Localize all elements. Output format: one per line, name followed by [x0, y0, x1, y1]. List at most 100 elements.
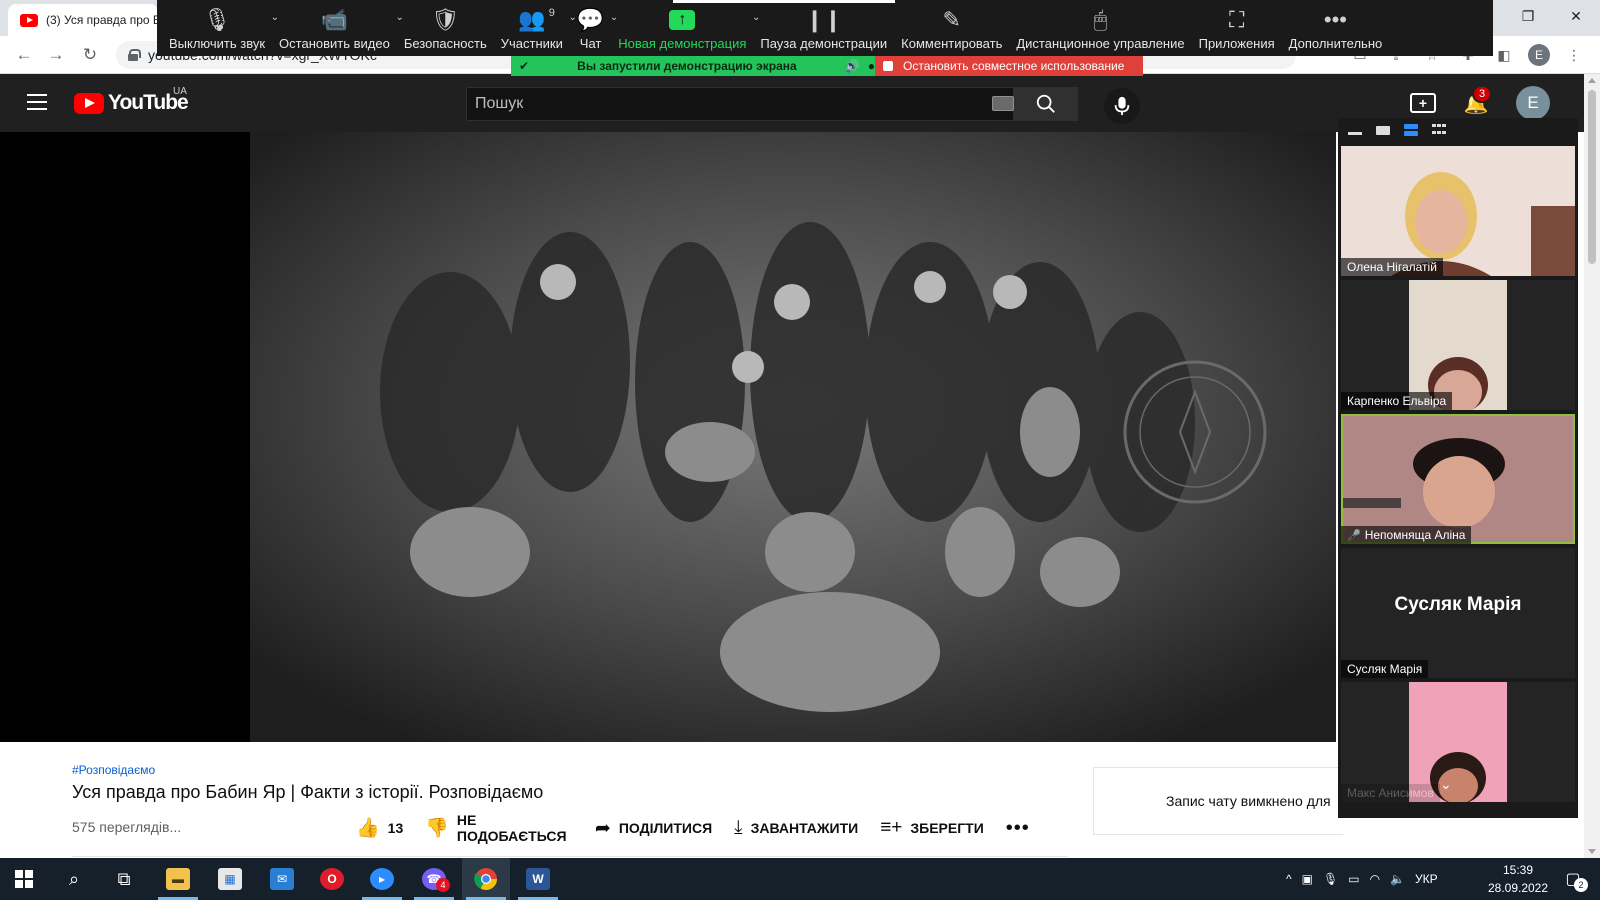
gallery-scroll-down-icon[interactable]: ⌄	[1440, 776, 1452, 793]
participant-tile[interactable]: Карпенко Ельвіра	[1341, 280, 1575, 410]
back-arrow-icon[interactable]: ←	[12, 43, 36, 67]
zoom-toolbar-label: Дистанционное управление	[1016, 36, 1185, 51]
thumbnail-view-icon[interactable]	[1376, 125, 1390, 135]
tray-expand-icon[interactable]: ^	[1286, 872, 1292, 886]
tray-microphone-icon[interactable]: 🎙	[1323, 872, 1338, 886]
save-button[interactable]: ≡+ ЗБЕРЕГТИ	[880, 817, 984, 839]
zoom-toolbar-label: Участники	[500, 36, 563, 51]
virtual-keyboard-icon[interactable]	[992, 96, 1014, 111]
meet-now-icon[interactable]: ▣	[1302, 872, 1313, 886]
viber-icon[interactable]: ☎ 4	[410, 858, 458, 900]
microsoft-store-icon[interactable]: ▦	[206, 858, 254, 900]
side-panel-icon[interactable]: ◧	[1492, 43, 1516, 67]
scroll-up-arrow-icon[interactable]	[1588, 78, 1596, 83]
participant-name: 🎤 Непомняща Аліна	[1341, 526, 1472, 544]
participant-tile[interactable]: Сусляк Марія Сусляк Марія	[1341, 548, 1575, 678]
zoom-toolbar-more-button[interactable]: ••• Дополнительно	[1283, 4, 1389, 51]
youtube-favicon-icon	[20, 13, 38, 27]
youtube-avatar[interactable]: E	[1516, 86, 1550, 120]
speaker-view-icon[interactable]	[1404, 124, 1418, 136]
stop-share-label: Остановить совместное использование	[903, 59, 1125, 73]
apps-icon: ⛶	[1228, 7, 1245, 32]
participant-tile[interactable]: Макс Анисимов	[1341, 682, 1575, 802]
action-center-icon[interactable]: ▢ 2	[1560, 866, 1588, 892]
video-player[interactable]	[250, 132, 1336, 742]
microphone-icon: 🎙	[203, 7, 231, 32]
close-window-icon[interactable]: ✕	[1552, 0, 1600, 32]
zoom-toolbar-mouse-button[interactable]: 🖱 Дистанционное управление	[1010, 4, 1190, 51]
participant-tile-active-speaker[interactable]: 🎤 Непомняща Аліна	[1341, 414, 1575, 544]
stop-share-button[interactable]: Остановить совместное использование	[875, 56, 1143, 76]
participant-video	[1341, 146, 1575, 276]
scroll-down-arrow-icon[interactable]	[1588, 849, 1596, 854]
zoom-toolbar-label: Выключить звук	[169, 36, 266, 51]
zoom-toolbar-video-camera-button[interactable]: 📹 Остановить видео ⌄	[273, 4, 404, 51]
youtube-logo[interactable]: YouTube	[74, 91, 189, 115]
reload-icon[interactable]: ↻	[78, 43, 102, 67]
input-language[interactable]: УКР	[1415, 872, 1438, 886]
page-scrollbar[interactable]	[1584, 74, 1600, 858]
share-button[interactable]: ➦ ПОДІЛИТИСЯ	[595, 817, 712, 840]
zoom-toolbar-microphone-button[interactable]: 🎙 Выключить звук ⌄	[163, 4, 279, 51]
video-hashtag[interactable]: #Розповідаємо	[72, 763, 155, 777]
chat-replay-box: Запис чату вимкнено для	[1093, 767, 1343, 835]
participant-video	[1341, 280, 1575, 410]
gallery-grid-icon[interactable]	[1432, 124, 1446, 136]
zoom-toolbar-label: Приложения	[1198, 36, 1275, 51]
zoom-toolbar-label: Остановить видео	[279, 36, 390, 51]
more-actions-icon[interactable]: •••	[1006, 817, 1030, 840]
start-button[interactable]	[0, 858, 48, 900]
save-label: ЗБЕРЕГТИ	[910, 820, 984, 836]
screen: (3) Уся правда про Б ❐ ✕ ← → ↻ youtube.c…	[0, 0, 1600, 900]
word-app-icon[interactable]: W	[514, 858, 562, 900]
zoom-toolbar-shield-button[interactable]: 🛡 Безопасность	[398, 4, 493, 51]
create-video-icon[interactable]: +	[1410, 93, 1436, 113]
zoom-toolbar-chat-button[interactable]: 💬 Чат ⌄	[571, 4, 618, 51]
zoom-toolbar-label: Комментировать	[901, 36, 1003, 51]
voice-search-button[interactable]	[1104, 88, 1140, 124]
zoom-toolbar-pencil-button[interactable]: ✎ Комментировать	[895, 4, 1008, 51]
share-audio-icon[interactable]: 🔊	[845, 59, 860, 73]
taskbar-clock[interactable]: 15:39 28.09.2022	[1480, 861, 1556, 897]
battery-icon[interactable]: ▭	[1348, 872, 1359, 886]
video-info: #Розповідаємо Уся правда про Бабин Яр | …	[0, 742, 1343, 858]
download-button[interactable]: ⤓ ЗАВАНТАЖИТИ	[734, 817, 858, 839]
opera-browser-icon[interactable]: O	[308, 858, 356, 900]
mail-icon[interactable]: ✉	[258, 858, 306, 900]
search-icon	[1036, 94, 1055, 113]
task-view-icon[interactable]: ⧉	[100, 858, 148, 900]
file-explorer-icon[interactable]: ▬	[154, 858, 202, 900]
minimize-gallery-icon[interactable]	[1348, 131, 1362, 135]
volume-icon[interactable]: 🔈	[1390, 872, 1405, 886]
share-shield-icon: ●	[867, 59, 875, 73]
forward-arrow-icon[interactable]: →	[44, 43, 68, 67]
browser-profile-avatar[interactable]: E	[1528, 44, 1550, 66]
search-taskbar-icon[interactable]: ⌕	[50, 858, 98, 900]
video-actions: 👍 13 👎 НЕ ПОДОБАЄТЬСЯ ➦ ПОДІЛИТИСЯ ⤓ ЗАВ…	[356, 812, 1030, 844]
microphone-icon	[1114, 96, 1130, 116]
search-button[interactable]	[1014, 87, 1078, 121]
zoom-toolbar-pause-button[interactable]: ❙❙ Пауза демонстрации	[754, 4, 893, 51]
browser-menu-icon[interactable]: ⋮	[1562, 43, 1586, 67]
like-button[interactable]: 👍 13	[356, 816, 403, 840]
scroll-thumb[interactable]	[1588, 90, 1596, 264]
pause-icon: ❙❙	[805, 7, 843, 32]
notifications-bell-icon[interactable]: 🔔 3	[1464, 85, 1492, 115]
menu-hamburger-icon[interactable]	[27, 94, 47, 110]
view-count[interactable]: 575 переглядів...	[72, 819, 181, 835]
system-tray: ^ ▣ 🎙 ▭ ◠ 🔈 УКР	[1286, 858, 1438, 900]
zoom-toolbar-participants-button[interactable]: 👥 Участники 9 ⌄	[495, 4, 577, 51]
participant-tile[interactable]: Олена Нігалатій	[1341, 146, 1575, 276]
windows-logo-icon	[15, 870, 33, 888]
chrome-browser-icon[interactable]	[462, 858, 510, 900]
chrome-logo-icon	[474, 868, 497, 890]
zoom-toolbar-apps-button[interactable]: ⛶ Приложения	[1193, 4, 1281, 51]
restore-window-icon[interactable]: ❐	[1504, 0, 1552, 32]
wifi-icon[interactable]: ◠	[1370, 872, 1380, 886]
search-input[interactable]	[466, 87, 1014, 121]
stop-square-icon	[883, 61, 893, 71]
browser-tab[interactable]: (3) Уся правда про Б	[8, 4, 158, 36]
zoom-toolbar-new-share-button[interactable]: ↑ Новая демонстрация ⌄	[612, 4, 760, 51]
zoom-app-icon[interactable]: ▸	[358, 858, 406, 900]
dislike-button[interactable]: 👎 НЕ ПОДОБАЄТЬСЯ	[425, 812, 573, 844]
